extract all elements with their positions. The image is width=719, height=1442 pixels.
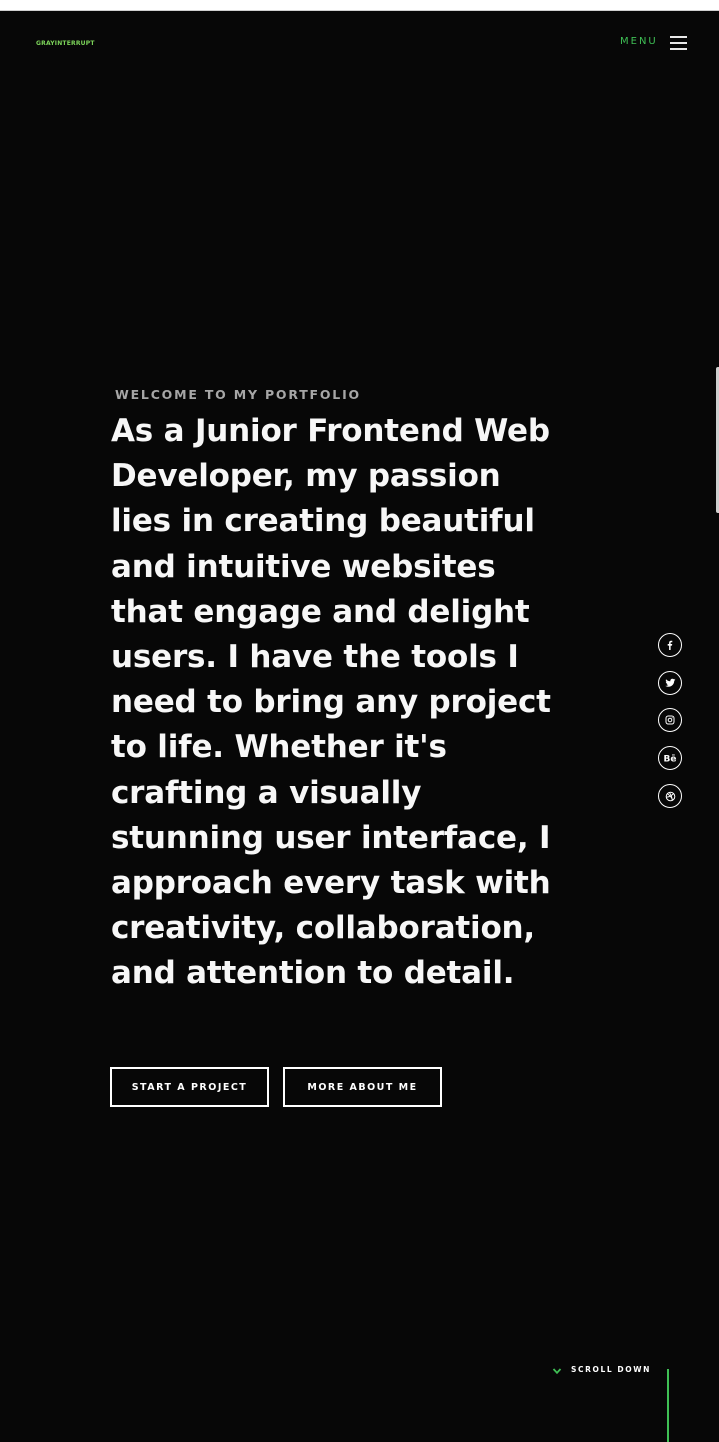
scroll-down-label[interactable]: SCROLL DOWN [571,1365,651,1374]
instagram-glyph [665,715,675,725]
browser-top-bar [0,0,719,11]
start-project-button[interactable]: START A PROJECT [110,1067,269,1107]
instagram-icon[interactable] [658,708,682,732]
twitter-icon[interactable] [658,671,682,695]
behance-glyph: Bē [664,754,677,763]
menu-label[interactable]: MENU [620,36,658,47]
twitter-glyph [664,678,675,687]
facebook-icon[interactable] [658,633,682,657]
hero-eyebrow: WELCOME TO MY PORTFOLIO [115,387,361,402]
svg-text:Bē: Bē [664,754,677,763]
scroll-progress-line [667,1369,669,1442]
hero-headline: As a Junior Frontend Web Developer, my p… [111,413,551,992]
chevron-down-icon[interactable] [552,1366,562,1376]
dribbble-glyph [665,791,675,801]
site-logo[interactable]: GRAYINTERRUPT [36,40,95,47]
behance-icon[interactable]: Bē [658,746,682,770]
hamburger-icon[interactable] [670,35,687,51]
more-about-me-button[interactable]: MORE ABOUT ME [283,1067,442,1107]
dribbble-icon[interactable] [658,784,682,808]
facebook-glyph [667,640,673,650]
